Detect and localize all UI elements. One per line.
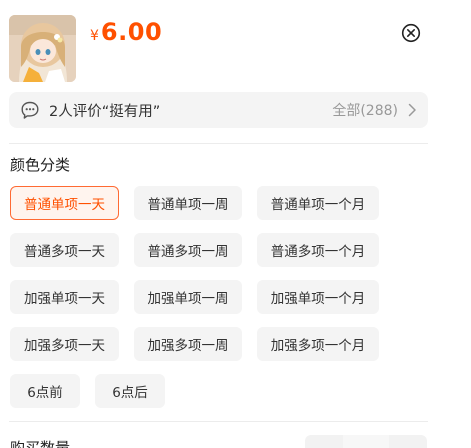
close-circle-icon [401,23,421,43]
price-value: 6.00 [100,18,163,46]
spec-option[interactable]: 加强单项一个月 [257,280,379,314]
spec-option[interactable]: 6点前 [10,374,80,408]
product-thumbnail[interactable] [9,15,76,82]
close-button[interactable] [401,23,421,43]
spec-option[interactable]: 加强单项一天 [10,280,119,314]
product-thumbnail-image [9,15,76,82]
spec-option[interactable]: 6点后 [95,374,165,408]
spec-option[interactable]: 加强多项一周 [134,327,242,361]
review-summary-text: 2人评价“挺有用” [49,103,161,120]
quantity-label: 购买数量 [10,439,71,448]
quantity-input[interactable] [343,435,389,448]
divider [9,421,428,422]
currency-symbol: ¥ [90,28,99,44]
spec-option[interactable]: 加强单项一周 [134,280,242,314]
section-title-color: 颜色分类 [10,156,71,174]
all-reviews-link[interactable]: 全部(288) [332,100,398,120]
divider [9,143,428,144]
review-summary-bar[interactable]: 2人评价“挺有用” 全部(288) [9,92,428,128]
spec-option[interactable]: 普通单项一天 [10,186,119,220]
quantity-stepper [305,435,427,448]
price: ¥ 6.00 [90,18,162,46]
quantity-decrement-button[interactable] [305,435,343,448]
spec-option[interactable]: 普通多项一周 [134,233,242,267]
spec-option[interactable]: 加强多项一天 [10,327,119,361]
spec-option[interactable]: 加强多项一个月 [257,327,379,361]
spec-option[interactable]: 普通多项一个月 [257,233,379,267]
spec-option[interactable]: 普通多项一天 [10,233,119,267]
chevron-right-icon [408,103,416,117]
spec-option[interactable]: 普通单项一周 [134,186,242,220]
chat-bubble-icon [21,101,39,119]
quantity-increment-button[interactable] [389,435,427,448]
spec-option[interactable]: 普通单项一个月 [257,186,379,220]
